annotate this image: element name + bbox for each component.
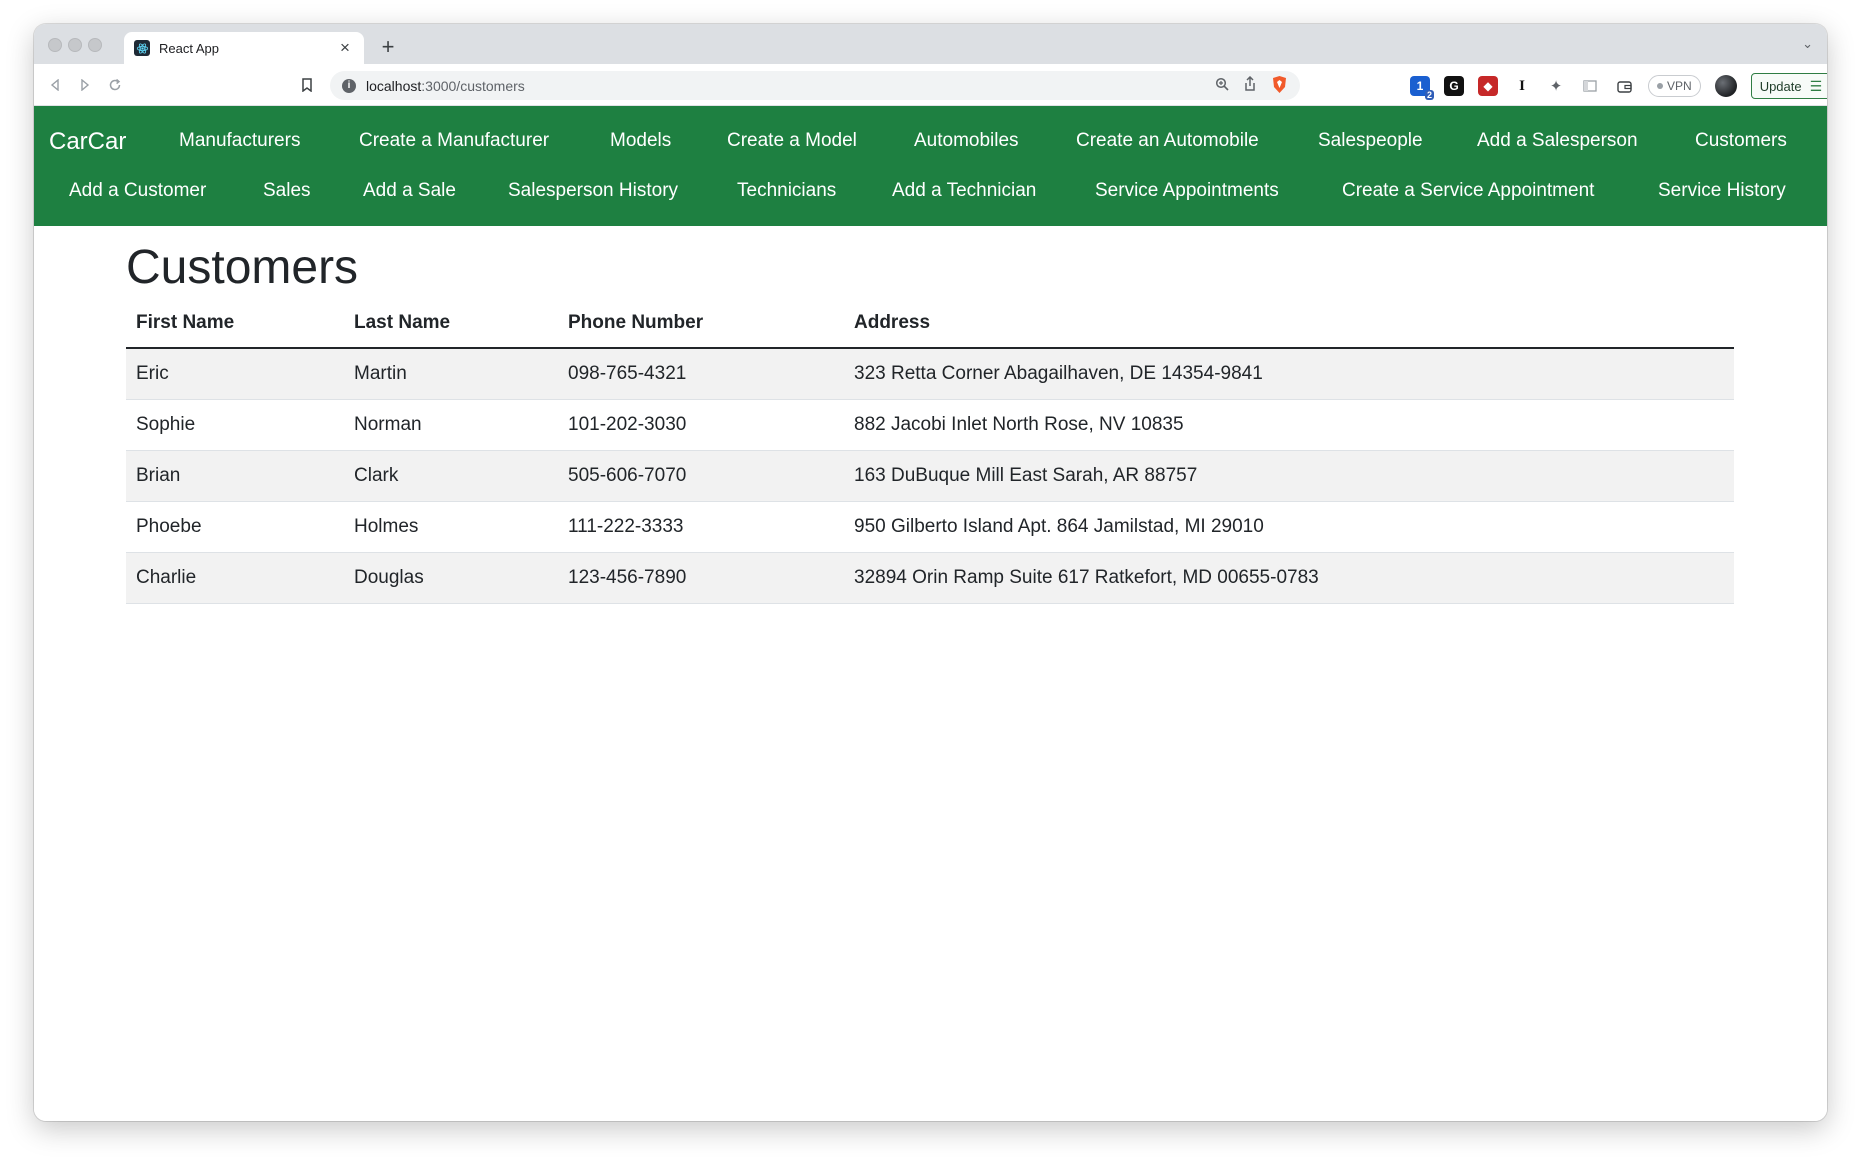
cell-address: 882 Jacobi Inlet North Rose, NV 10835 <box>844 399 1734 451</box>
table-header: First Name Last Name Phone Number Addres… <box>126 298 1734 349</box>
cell-phone-number: 111-222-3333 <box>558 501 844 553</box>
nav-link-technicians[interactable]: Technicians <box>737 180 836 202</box>
table-row: Charlie Douglas 123-456-7890 32894 Orin … <box>126 552 1734 604</box>
tab-title: React App <box>159 40 219 56</box>
table-row: Sophie Norman 101-202-3030 882 Jacobi In… <box>126 399 1734 451</box>
cell-first-name: Charlie <box>126 552 344 604</box>
page-title: Customers <box>126 241 359 294</box>
bookmark-icon[interactable] <box>296 74 318 96</box>
cell-phone-number: 101-202-3030 <box>558 399 844 451</box>
column-header-last-name: Last Name <box>344 298 558 349</box>
table-header-row: First Name Last Name Phone Number Addres… <box>126 298 1734 349</box>
cell-first-name: Phoebe <box>126 501 344 553</box>
nav-link-add-customer[interactable]: Add a Customer <box>69 180 206 202</box>
nav-link-models[interactable]: Models <box>610 130 671 152</box>
url-path: :3000/customers <box>421 77 525 94</box>
nav-link-create-manufacturer[interactable]: Create a Manufacturer <box>359 130 549 152</box>
nav-link-manufacturers[interactable]: Manufacturers <box>179 130 300 152</box>
table-row: Eric Martin 098-765-4321 323 Retta Corne… <box>126 348 1734 400</box>
cell-last-name: Norman <box>344 399 558 451</box>
browser-toolbar: i localhost:3000/customers 1 2 G ◆ I ✦ V… <box>34 64 1827 106</box>
site-info-icon[interactable]: i <box>342 78 356 93</box>
nav-link-add-technician[interactable]: Add a Technician <box>892 180 1036 202</box>
table-row: Phoebe Holmes 111-222-3333 950 Gilberto … <box>126 501 1734 553</box>
profile-avatar[interactable] <box>1714 75 1737 97</box>
cell-phone-number: 505-606-7070 <box>558 450 844 502</box>
nav-link-salesperson-history[interactable]: Salesperson History <box>508 180 678 202</box>
extensions-puzzle-icon[interactable]: ✦ <box>1546 76 1566 96</box>
nav-link-add-sale[interactable]: Add a Sale <box>363 180 456 202</box>
sidebar-toggle-icon[interactable] <box>1580 76 1600 96</box>
cell-phone-number: 098-765-4321 <box>558 348 844 400</box>
zoom-icon[interactable] <box>1215 77 1229 94</box>
browser-window: React App × + ⌄ i localhost:3000/custome… <box>34 24 1827 1121</box>
cell-phone-number: 123-456-7890 <box>558 552 844 604</box>
password-manager-extension-icon[interactable]: 1 2 <box>1410 76 1434 100</box>
url-text: localhost:3000/customers <box>366 78 1215 94</box>
address-bar[interactable]: i localhost:3000/customers <box>330 71 1300 100</box>
zoom-window-button[interactable] <box>88 38 102 52</box>
cell-last-name: Douglas <box>344 552 558 604</box>
cell-address: 950 Gilberto Island Apt. 864 Jamilstad, … <box>844 501 1734 553</box>
red-extension-icon[interactable]: ◆ <box>1478 76 1498 96</box>
customers-table: First Name Last Name Phone Number Addres… <box>126 298 1734 604</box>
instapaper-extension-icon[interactable]: I <box>1512 76 1532 96</box>
url-host: localhost <box>366 77 422 94</box>
nav-link-service-appointments[interactable]: Service Appointments <box>1095 180 1279 202</box>
extensions-area: 1 2 G ◆ I ✦ VPN Update ☰ <box>1410 73 1827 100</box>
vpn-button[interactable]: VPN <box>1648 75 1701 97</box>
share-icon[interactable] <box>1243 75 1257 95</box>
brave-shields-icon[interactable] <box>1271 75 1288 97</box>
cell-address: 323 Retta Corner Abagailhaven, DE 14354-… <box>844 348 1734 400</box>
wallet-icon[interactable] <box>1614 76 1634 96</box>
menu-icon: ☰ <box>1809 77 1823 94</box>
cell-last-name: Martin <box>344 348 558 400</box>
nav-link-sales[interactable]: Sales <box>263 180 311 202</box>
reload-icon[interactable] <box>104 74 126 96</box>
cell-first-name: Brian <box>126 450 344 502</box>
app-navbar: CarCar Manufacturers Create a Manufactur… <box>34 106 1827 226</box>
nav-link-create-automobile[interactable]: Create an Automobile <box>1076 130 1259 152</box>
nav-link-create-model[interactable]: Create a Model <box>727 130 857 152</box>
react-logo-icon <box>134 40 150 56</box>
nav-link-salespeople[interactable]: Salespeople <box>1318 130 1423 152</box>
update-label: Update <box>1759 78 1802 94</box>
grammar-extension-icon[interactable]: G <box>1444 76 1464 96</box>
extension-badge: 2 <box>1424 90 1434 100</box>
table-body: Eric Martin 098-765-4321 323 Retta Corne… <box>126 348 1734 604</box>
column-header-address: Address <box>844 298 1734 349</box>
close-tab-icon[interactable]: × <box>336 38 354 58</box>
cell-first-name: Sophie <box>126 399 344 451</box>
minimize-window-button[interactable] <box>68 38 82 52</box>
nav-link-create-service-appointment[interactable]: Create a Service Appointment <box>1342 180 1594 202</box>
forward-icon[interactable] <box>74 74 96 96</box>
table-row: Brian Clark 505-606-7070 163 DuBuque Mil… <box>126 450 1734 502</box>
tab-search-chevron-icon[interactable]: ⌄ <box>1802 36 1813 52</box>
column-header-first-name: First Name <box>126 298 344 349</box>
tab-strip: React App × + ⌄ <box>34 24 1827 64</box>
brand-link[interactable]: CarCar <box>49 128 126 156</box>
new-tab-icon[interactable]: + <box>376 34 400 60</box>
nav-link-automobiles[interactable]: Automobiles <box>914 130 1019 152</box>
vpn-label: VPN <box>1667 79 1692 93</box>
update-button[interactable]: Update ☰ <box>1750 73 1827 99</box>
nav-link-customers[interactable]: Customers <box>1695 130 1787 152</box>
cell-address: 32894 Orin Ramp Suite 617 Ratkefort, MD … <box>844 552 1734 604</box>
close-window-button[interactable] <box>48 38 62 52</box>
column-header-phone-number: Phone Number <box>558 298 844 349</box>
page-viewport: CarCar Manufacturers Create a Manufactur… <box>34 106 1827 1121</box>
vpn-status-dot <box>1657 83 1663 89</box>
cell-last-name: Clark <box>344 450 558 502</box>
cell-first-name: Eric <box>126 348 344 400</box>
cell-last-name: Holmes <box>344 501 558 553</box>
nav-link-add-salesperson[interactable]: Add a Salesperson <box>1477 130 1638 152</box>
nav-link-service-history[interactable]: Service History <box>1658 180 1786 202</box>
browser-tab[interactable]: React App × <box>124 32 364 64</box>
back-icon[interactable] <box>44 74 66 96</box>
cell-address: 163 DuBuque Mill East Sarah, AR 88757 <box>844 450 1734 502</box>
